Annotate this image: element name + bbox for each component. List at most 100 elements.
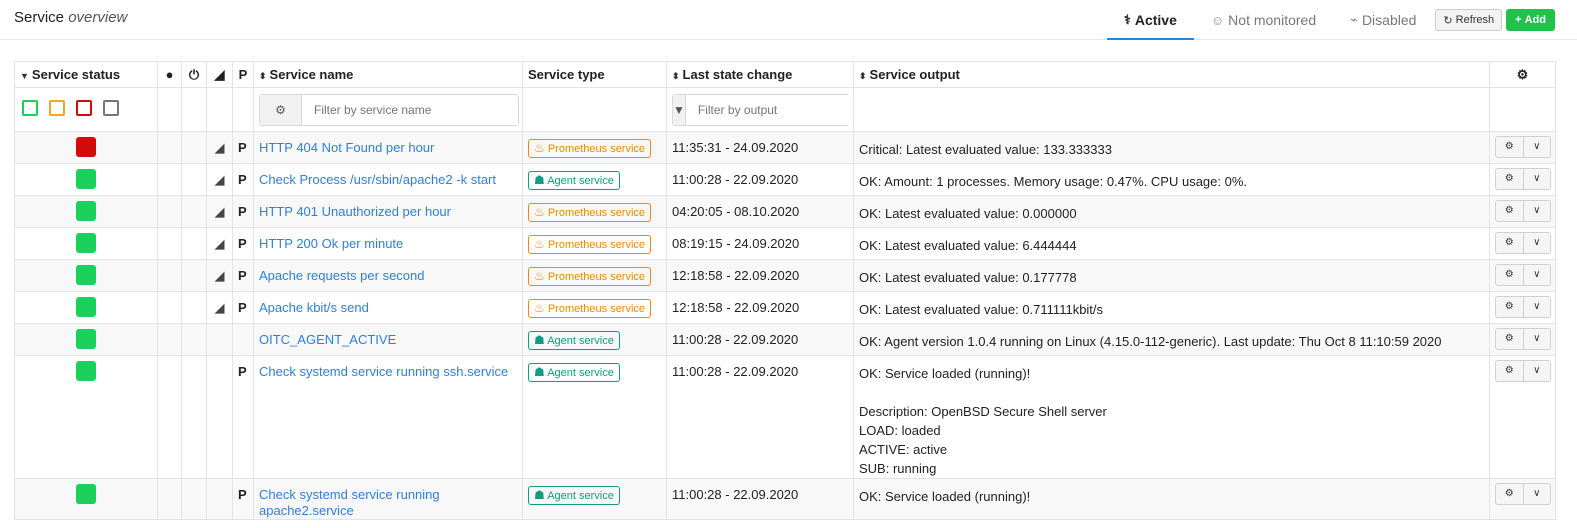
agent-icon: ☗ — [534, 173, 545, 187]
area-chart-icon[interactable]: ◢ — [215, 236, 225, 251]
refresh-button[interactable]: ↻ Refresh — [1435, 9, 1503, 31]
tab-disabled-label: Disabled — [1361, 12, 1417, 28]
last-state-change: 11:00:28 - 22.09.2020 — [666, 355, 854, 479]
service-output: OK: Latest evaluated value: 6.444444 — [853, 227, 1490, 260]
service-name-filter-input[interactable] — [302, 94, 518, 125]
gear-icon[interactable]: ⚙ — [1496, 484, 1523, 504]
service-name-link[interactable]: HTTP 200 Ok per minute — [259, 236, 403, 251]
tab-disabled[interactable]: ⌁ Disabled — [1333, 0, 1433, 40]
tab-active[interactable]: ⚕ Active — [1106, 0, 1194, 40]
plug-icon: ⌁ — [1350, 12, 1358, 27]
col-passive: P — [232, 61, 254, 88]
service-output-line: OK: Service loaded (running)! — [859, 366, 1031, 381]
gear-icon: ⚙ — [260, 94, 302, 125]
table-row[interactable]: ◢ P HTTP 200 Ok per minute ♨ Prometheus ser… — [14, 227, 1556, 260]
page-title-main: Service — [14, 9, 65, 26]
stethoscope-icon: ⚕ — [1123, 12, 1131, 27]
status-indicator-ok — [76, 484, 96, 504]
area-chart-icon[interactable]: ◢ — [215, 172, 225, 187]
row-actions: ⚙ ∨ — [1495, 296, 1551, 318]
sort-icon: ⬍ — [859, 71, 867, 81]
page-title: Service overview — [14, 9, 127, 26]
col-last-state-change[interactable]: ⬍ Last state change — [666, 61, 854, 88]
table-row[interactable]: ◢ P Check Process /usr/sbin/apache2 -k sta… — [14, 163, 1556, 196]
table-row[interactable]: ◢ P Apache kbit/s send ♨ Prometheus service… — [14, 291, 1556, 324]
service-type-badge: ♨ Prometheus service — [528, 267, 652, 286]
chevron-down-icon[interactable]: ∨ — [1522, 297, 1551, 317]
area-chart-icon[interactable]: ◢ — [215, 140, 225, 155]
col-service-output[interactable]: ⬍ Service output — [853, 61, 1490, 88]
col-settings[interactable]: ⚙ — [1489, 61, 1556, 88]
status-filter-critical[interactable] — [76, 100, 92, 116]
status-filter-unknown[interactable] — [103, 100, 119, 116]
gear-icon[interactable]: ⚙ — [1496, 329, 1523, 349]
fire-icon: ♨ — [534, 237, 545, 251]
gear-icon[interactable]: ⚙ — [1496, 137, 1523, 157]
row-actions: ⚙ ∨ — [1495, 200, 1551, 222]
status-indicator-ok — [76, 329, 96, 349]
row-actions: ⚙ ∨ — [1495, 168, 1551, 190]
table-header-row: ▼ Service status ● ⏻ ◢ P ⬍ Service name Se… — [14, 61, 1556, 88]
filter-icon: ▼ — [673, 94, 686, 125]
refresh-icon: ↻ — [1443, 14, 1453, 27]
chevron-down-icon[interactable]: ∨ — [1522, 201, 1551, 221]
service-name-link[interactable]: HTTP 401 Unauthorized per hour — [259, 204, 451, 219]
service-output-line: SUB: running — [859, 461, 937, 476]
service-output-line: ACTIVE: active — [859, 442, 948, 457]
gear-icon[interactable]: ⚙ — [1496, 297, 1523, 317]
last-state-change: 08:19:15 - 24.09.2020 — [666, 227, 854, 260]
status-indicator-ok — [76, 169, 96, 189]
table-row[interactable]: P Check systemd service running apache2.s… — [14, 478, 1556, 520]
service-name-link[interactable]: OITC_AGENT_ACTIVE — [259, 332, 396, 347]
tab-not-monitored[interactable]: ☺ Not monitored — [1194, 0, 1333, 40]
fire-icon: ♨ — [534, 269, 545, 283]
service-name-link[interactable]: Apache kbit/s send — [259, 300, 369, 315]
gear-icon[interactable]: ⚙ — [1496, 233, 1523, 253]
service-type-badge: ☗ Agent service — [528, 171, 620, 190]
gear-icon[interactable]: ⚙ — [1496, 201, 1523, 221]
last-state-change: 11:00:28 - 22.09.2020 — [666, 478, 854, 520]
col-service-name[interactable]: ⬍ Service name — [253, 61, 523, 88]
gear-icon[interactable]: ⚙ — [1496, 169, 1523, 189]
service-table: ▼ Service status ● ⏻ ◢ P ⬍ Service name Se… — [14, 61, 1556, 520]
add-button[interactable]: + Add — [1506, 9, 1555, 31]
area-chart-icon[interactable]: ◢ — [215, 268, 225, 283]
status-filter-warning[interactable] — [49, 100, 65, 116]
service-name-link[interactable]: Apache requests per second — [259, 268, 425, 283]
chevron-down-icon[interactable]: ∨ — [1522, 265, 1551, 285]
service-name-link[interactable]: Check systemd service running ssh.servic… — [259, 364, 508, 379]
chevron-down-icon[interactable]: ∨ — [1522, 233, 1551, 253]
col-downtime: ⏻ — [181, 61, 207, 88]
col-acknowledged: ● — [157, 61, 182, 88]
table-row[interactable]: ◢ P HTTP 404 Not Found per hour ♨ Prometheu… — [14, 131, 1556, 164]
chevron-down-icon[interactable]: ∨ — [1522, 169, 1551, 189]
status-cell — [14, 227, 158, 260]
service-output-line: OK: Service loaded (running)! — [859, 489, 1031, 504]
area-chart-icon[interactable]: ◢ — [215, 300, 225, 315]
chevron-down-icon[interactable]: ∨ — [1522, 137, 1551, 157]
filter-row: ⚙ ▼ — [14, 87, 1556, 132]
top-bar: Service overview ⚕ Active ☺ Not monitore… — [0, 0, 1577, 40]
table-row[interactable]: P Check systemd service running ssh.servi… — [14, 355, 1556, 479]
area-chart-icon[interactable]: ◢ — [215, 204, 225, 219]
output-filter-input[interactable] — [685, 94, 853, 125]
service-type-badge: ♨ Prometheus service — [528, 235, 652, 254]
gear-icon[interactable]: ⚙ — [1496, 361, 1523, 381]
chevron-down-icon[interactable]: ∨ — [1522, 361, 1551, 381]
status-filter-ok[interactable] — [22, 100, 38, 116]
col-service-status[interactable]: ▼ Service status — [14, 61, 158, 88]
service-output: OK: Latest evaluated value: 0.177778 — [853, 259, 1490, 292]
chevron-down-icon[interactable]: ∨ — [1522, 329, 1551, 349]
table-row[interactable]: ◢ P Apache requests per second ♨ Prometheus… — [14, 259, 1556, 292]
gear-icon[interactable]: ⚙ — [1496, 265, 1523, 285]
service-name-link[interactable]: Check Process /usr/sbin/apache2 -k start — [259, 172, 496, 187]
table-row[interactable]: ◢ P HTTP 401 Unauthorized per hour ♨ Promet… — [14, 195, 1556, 228]
table-row[interactable]: OITC_AGENT_ACTIVE ☗ Agent service 11:00:28… — [14, 323, 1556, 356]
last-state-change: 12:18:58 - 22.09.2020 — [666, 259, 854, 292]
add-label: Add — [1524, 14, 1546, 26]
chevron-down-icon[interactable]: ∨ — [1522, 484, 1551, 504]
service-name-link[interactable]: Check systemd service running apache2.se… — [259, 487, 440, 518]
row-actions: ⚙ ∨ — [1495, 483, 1551, 505]
row-actions: ⚙ ∨ — [1495, 232, 1551, 254]
service-name-link[interactable]: HTTP 404 Not Found per hour — [259, 140, 434, 155]
